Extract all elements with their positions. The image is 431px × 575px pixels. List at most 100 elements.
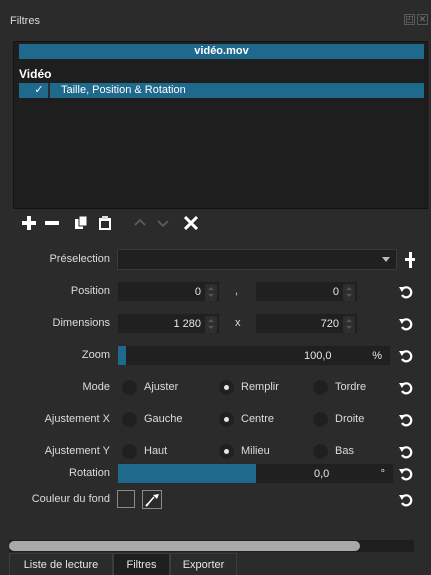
move-down-button[interactable]: [152, 212, 174, 234]
rotation-row: Rotation 0,0 °: [0, 463, 431, 485]
eyedropper-icon: [145, 494, 159, 507]
radio-button[interactable]: [313, 412, 328, 427]
position-x-value: 0: [194, 286, 201, 298]
radio-button-selected[interactable]: [219, 380, 234, 395]
paste-icon: [99, 216, 111, 230]
undo-icon: [399, 446, 413, 459]
radio-label: Bas: [335, 445, 354, 457]
radio-label: Ajuster: [144, 381, 179, 393]
spin-arrows[interactable]: [205, 284, 217, 301]
undo-icon: [399, 382, 413, 395]
radio-label: Remplir: [241, 381, 279, 393]
filter-list: vidéo.mov Vidéo ✓ Taille, Position & Rot…: [13, 41, 428, 209]
divider: [48, 83, 50, 98]
spin-arrows[interactable]: [343, 284, 355, 301]
undo-icon: [399, 414, 413, 427]
zoom-value: 100,0: [304, 350, 332, 362]
spin-arrows[interactable]: [343, 316, 355, 333]
remove-filter-button[interactable]: [41, 212, 63, 234]
radio-label: Tordre: [335, 381, 367, 393]
mode-row: Mode Ajuster Remplir Tordre: [0, 377, 431, 399]
deselect-filter-button[interactable]: [180, 212, 202, 234]
zoom-row: Zoom 100,0 %: [0, 345, 431, 367]
dimensions-label: Dimensions: [52, 317, 110, 329]
color-swatch[interactable]: [117, 490, 135, 508]
tab-playlist[interactable]: Liste de lecture: [9, 553, 113, 575]
background-color-label: Couleur du fond: [31, 493, 110, 505]
undo-icon: [399, 468, 413, 481]
radio-button-selected[interactable]: [219, 412, 234, 427]
halign-label: Ajustement X: [44, 413, 110, 425]
preset-label: Préselection: [49, 253, 110, 265]
reset-rotation-button[interactable]: [397, 464, 415, 484]
radio-button[interactable]: [122, 412, 137, 427]
mode-label: Mode: [82, 381, 110, 393]
tab-export[interactable]: Exporter: [170, 553, 237, 575]
height-spinbox[interactable]: 720: [255, 313, 358, 334]
radio-button[interactable]: [122, 380, 137, 395]
filter-item-label: Taille, Position & Rotation: [61, 84, 186, 96]
position-separator: ,: [235, 285, 239, 297]
filter-enabled-checkbox[interactable]: ✓: [32, 83, 46, 98]
reset-mode-button[interactable]: [397, 378, 415, 398]
rotation-unit: °: [380, 468, 385, 480]
plus-icon: [22, 216, 36, 230]
rotation-value: 0,0: [314, 468, 330, 480]
undo-icon: [399, 286, 413, 299]
height-value: 720: [320, 318, 339, 330]
copy-icon: [75, 215, 88, 229]
rotation-slider-fill: [118, 464, 256, 483]
panel-title: Filtres: [10, 15, 40, 27]
rotation-label: Rotation: [69, 467, 110, 479]
position-y-value: 0: [332, 286, 339, 298]
panel-titlebar: Filtres ◰ ✕: [0, 0, 431, 40]
radio-label: Milieu: [241, 445, 270, 457]
radio-label: Centre: [241, 413, 275, 425]
zoom-slider[interactable]: 100,0 %: [117, 345, 391, 366]
reset-background-button[interactable]: [397, 490, 415, 510]
spin-arrows[interactable]: [205, 316, 217, 333]
width-spinbox[interactable]: 1 280: [117, 313, 220, 334]
position-y-spinbox[interactable]: 0: [255, 281, 358, 302]
zoom-unit: %: [372, 350, 382, 362]
undo-icon: [399, 494, 413, 507]
chevron-up-icon: [134, 218, 146, 226]
add-filter-button[interactable]: [18, 212, 40, 234]
radio-button[interactable]: [313, 380, 328, 395]
tab-filters[interactable]: Filtres: [113, 553, 170, 575]
reset-position-button[interactable]: [397, 282, 415, 302]
radio-button-selected[interactable]: [219, 444, 234, 459]
close-panel-icon[interactable]: ✕: [417, 14, 428, 25]
position-row: Position 0 , 0: [0, 281, 431, 303]
scrollbar-thumb[interactable]: [9, 541, 360, 551]
reset-halign-button[interactable]: [397, 410, 415, 430]
zoom-label: Zoom: [81, 349, 110, 361]
undo-icon: [399, 350, 413, 363]
radio-button[interactable]: [313, 444, 328, 459]
filter-item[interactable]: ✓ Taille, Position & Rotation: [19, 83, 424, 98]
save-preset-button[interactable]: [403, 250, 417, 270]
position-x-spinbox[interactable]: 0: [117, 281, 220, 302]
radio-label: Gauche: [144, 413, 183, 425]
chevron-down-icon: [157, 220, 169, 228]
horizontal-scrollbar[interactable]: [9, 540, 414, 552]
valign-label: Ajustement Y: [44, 445, 110, 457]
plus-icon: [405, 252, 415, 268]
preset-combo[interactable]: [117, 249, 397, 270]
radio-label: Haut: [144, 445, 168, 457]
copy-filter-button[interactable]: [70, 212, 92, 234]
background-color-row: Couleur du fond: [0, 490, 431, 512]
undo-icon: [399, 318, 413, 331]
position-label: Position: [70, 285, 110, 297]
paste-filter-button[interactable]: [94, 212, 116, 234]
reset-zoom-button[interactable]: [397, 346, 415, 366]
radio-button[interactable]: [122, 444, 137, 459]
move-up-button[interactable]: [129, 212, 151, 234]
dimensions-separator: x: [235, 317, 241, 329]
reset-dimensions-button[interactable]: [397, 314, 415, 334]
color-picker-button[interactable]: [142, 490, 162, 509]
rotation-slider[interactable]: 0,0 °: [117, 463, 394, 484]
float-icon[interactable]: ◰: [404, 14, 415, 25]
valign-row: Ajustement Y Haut Milieu Bas: [0, 441, 431, 463]
reset-valign-button[interactable]: [397, 442, 415, 462]
